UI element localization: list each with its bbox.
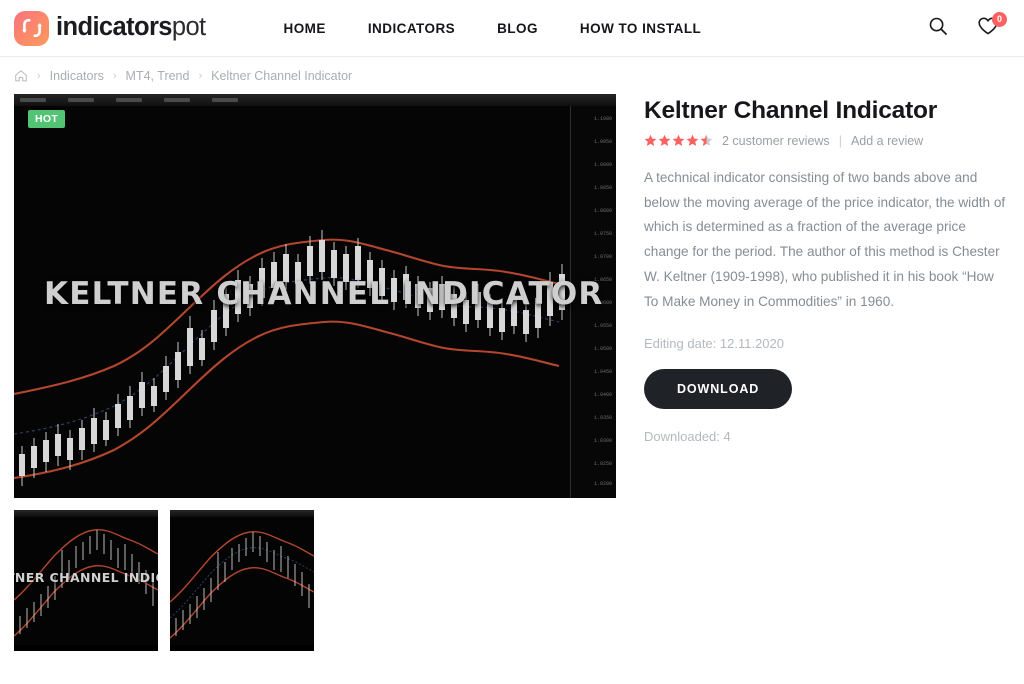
star-rating bbox=[644, 134, 713, 147]
nav-blog[interactable]: BLOG bbox=[497, 21, 538, 36]
download-count: Downloaded: 4 bbox=[644, 429, 731, 445]
search-icon bbox=[928, 16, 948, 41]
wishlist-count-badge: 0 bbox=[992, 12, 1007, 27]
breadcrumb-home-link[interactable] bbox=[14, 69, 28, 83]
nav-home[interactable]: HOME bbox=[284, 21, 326, 36]
main-image-caption: KELTNER CHANNEL INDICATOR bbox=[44, 276, 604, 312]
star-icon-3 bbox=[672, 135, 685, 147]
gallery-thumbnails: TNER CHANNEL INDICA bbox=[14, 510, 616, 651]
breadcrumb-item-current: Keltner Channel Indicator bbox=[211, 68, 353, 83]
nav-how-to-install[interactable]: HOW TO INSTALL bbox=[580, 21, 701, 36]
header-tools: 0 bbox=[926, 12, 1008, 40]
updown-arrows-icon bbox=[14, 10, 49, 46]
product-summary: Keltner Channel Indicator 2 customer rev… bbox=[616, 94, 1010, 651]
breadcrumb-separator-2: › bbox=[112, 69, 117, 82]
star-icon-2 bbox=[658, 135, 671, 147]
site-header: indicatorspot HOME INDICATORS BLOG HOW T… bbox=[0, 0, 1024, 57]
breadcrumb: › Indicators › MT4, Trend › Keltner Chan… bbox=[0, 57, 1024, 94]
thumbnail-2-chart bbox=[170, 517, 314, 645]
rating-separator: | bbox=[838, 133, 842, 148]
editing-date: Editing date: 12.11.2020 bbox=[644, 336, 784, 352]
breadcrumb-item-category[interactable]: MT4, Trend bbox=[126, 69, 190, 83]
search-button[interactable] bbox=[926, 16, 950, 40]
product-layout: HOT 1.1000 1.0950 1.0900 1.0850 1.0800 1… bbox=[0, 94, 1024, 651]
brand-wordmark: indicatorspot bbox=[56, 15, 206, 41]
home-icon bbox=[14, 69, 28, 83]
brand-light: pot bbox=[171, 13, 206, 42]
main-navigation: HOME INDICATORS BLOG HOW TO INSTALL bbox=[284, 21, 702, 36]
thumbnail-1[interactable]: TNER CHANNEL INDICA bbox=[14, 510, 158, 651]
star-icon-4 bbox=[686, 135, 699, 147]
star-icon-1 bbox=[644, 135, 657, 147]
download-button[interactable]: DOWNLOAD bbox=[644, 369, 793, 410]
thumbnail-2[interactable] bbox=[170, 510, 314, 651]
site-logo[interactable]: indicatorspot bbox=[14, 10, 206, 46]
page-title: Keltner Channel Indicator bbox=[644, 97, 938, 124]
customer-reviews-link[interactable]: 2 customer reviews bbox=[722, 134, 830, 148]
thumbnail-1-caption: TNER CHANNEL INDICA bbox=[14, 570, 158, 585]
rating-row: 2 customer reviews | Add a review bbox=[644, 134, 1010, 148]
breadcrumb-separator-1: › bbox=[37, 69, 41, 82]
wishlist-button[interactable]: 0 bbox=[976, 12, 1007, 40]
add-review-link[interactable]: Add a review bbox=[851, 134, 923, 148]
hot-badge: HOT bbox=[28, 110, 66, 128]
product-gallery: HOT 1.1000 1.0950 1.0900 1.0850 1.0800 1… bbox=[14, 94, 616, 651]
product-main-image[interactable]: HOT 1.1000 1.0950 1.0900 1.0850 1.0800 1… bbox=[14, 94, 616, 498]
nav-indicators[interactable]: INDICATORS bbox=[368, 21, 455, 36]
star-icon-5-half bbox=[700, 135, 713, 147]
brand-strong: indicators bbox=[56, 13, 172, 42]
breadcrumb-item-indicators[interactable]: Indicators bbox=[50, 69, 104, 83]
product-description: A technical indicator consisting of two … bbox=[644, 169, 1006, 309]
breadcrumb-separator-3: › bbox=[198, 69, 203, 82]
